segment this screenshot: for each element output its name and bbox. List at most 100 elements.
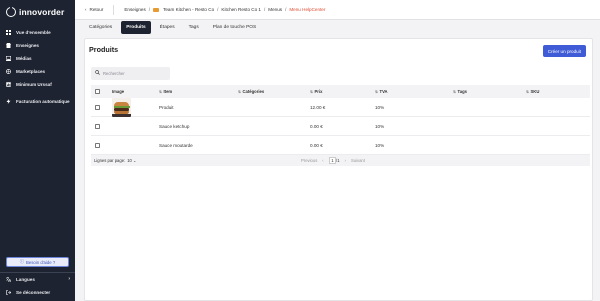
cell-tva: 10% [375, 123, 385, 129]
cell-price: 0.00 € [310, 123, 323, 129]
sidebar-item-label: Facturation automatique [16, 99, 70, 104]
logout-button[interactable]: Se déconnecter [0, 287, 75, 297]
translate-icon [6, 276, 11, 282]
products-panel: Produits Créer un produit Image ⇅Item ⇅C… [84, 38, 593, 301]
rows-per-page: Lignes par page: 10 ⌄ [94, 158, 137, 163]
breadcrumb-separator: / [148, 7, 151, 12]
create-product-button[interactable]: Créer un produit [542, 45, 586, 57]
image-icon [6, 56, 11, 61]
cell-item: Sauce moutarde [159, 142, 193, 148]
column-header-sku[interactable]: ⇅ SKU [526, 89, 590, 94]
sidebar-item-label: Marketplaces [16, 69, 46, 74]
tab-produits[interactable]: Produits [121, 21, 151, 34]
logo[interactable]: innovorder [0, 0, 75, 18]
column-header-price[interactable]: ⇅ Prix [310, 89, 375, 94]
chevron-down-icon: ⌄ [133, 158, 137, 163]
tab-bar: Catégories Produits Étapes Tags Plan de … [84, 21, 262, 34]
cell-price: 0.00 € [310, 142, 323, 148]
globe-icon [6, 69, 11, 74]
page-title: Produits [89, 45, 119, 54]
cell-item: Sauce ketchup [159, 123, 190, 129]
sidebar: innovorder Vue d'ensemble Enseignes Médi… [0, 0, 75, 301]
sort-icon: ⇅ [310, 89, 314, 94]
column-header-tva[interactable]: ⇅ TVA [375, 89, 453, 94]
next-page-button[interactable]: Suivant [351, 158, 365, 163]
breadcrumb-item[interactable]: Team Kitchen - Resto Co [163, 7, 214, 12]
help-icon: ⓘ [19, 259, 25, 264]
table-row[interactable]: Produit 12.00 € 10% [91, 97, 590, 117]
language-label: Langues [16, 276, 35, 282]
next-chevron-icon[interactable]: › [345, 158, 346, 163]
bolt-icon [6, 99, 11, 104]
table-row[interactable]: Sauce ketchup 0.00 € 10% [91, 117, 590, 136]
sidebar-item-label: Vue d'ensemble [16, 30, 51, 35]
sidebar-item-minimum-urssaf[interactable]: Minimum Urssaf [0, 78, 75, 91]
table-header: Image ⇅ Item ⇅ Catégories ⇅ Prix ⇅ TVA ⇅ Tags… [91, 85, 590, 98]
column-header-image: Image [112, 89, 125, 94]
burger-image [112, 97, 131, 117]
current-page-input[interactable]: 1 [328, 157, 337, 164]
sort-icon: ⇅ [375, 89, 379, 94]
store-icon [6, 43, 11, 48]
logo-text: innovorder [19, 7, 65, 17]
sidebar-nav: Vue d'ensemble Enseignes Médias Marketpl… [0, 26, 75, 108]
select-all-checkbox[interactable] [95, 89, 100, 94]
breadcrumb-separator: / [285, 7, 287, 12]
column-header-item[interactable]: ⇅ Item [159, 89, 238, 94]
previous-page-button[interactable]: Previous [301, 158, 317, 163]
help-button[interactable]: ⓘ Besoin d'aide ? [6, 257, 69, 267]
breadcrumb-item[interactable]: Enseignes [124, 7, 145, 12]
product-image [112, 97, 159, 117]
search-icon [95, 70, 100, 77]
language-menu[interactable]: Langues › [0, 274, 75, 284]
sidebar-item-medias[interactable]: Médias [0, 52, 75, 65]
chevron-right-icon: › [68, 276, 70, 282]
column-header-categories[interactable]: ⇅ Catégories [238, 89, 310, 94]
breadcrumb-item[interactable]: Menus [268, 7, 282, 12]
sort-icon: ⇅ [159, 89, 163, 94]
breadcrumb-current: Menu HelpCenter [289, 7, 326, 12]
sidebar-item-facturation[interactable]: Facturation automatique [0, 95, 75, 108]
page-total: /1 [336, 158, 340, 163]
column-header-tags[interactable]: ⇅ Tags [453, 89, 526, 94]
help-label: Besoin d'aide ? [26, 259, 56, 265]
logo-icon [6, 6, 16, 17]
back-button[interactable]: ‹ Retour [85, 4, 115, 15]
sort-icon: ⇅ [453, 89, 457, 94]
team-emoji-icon [153, 7, 160, 12]
chart-icon [6, 82, 11, 87]
search-box[interactable] [91, 67, 170, 80]
cell-tva: 10% [375, 142, 385, 148]
sidebar-item-marketplaces[interactable]: Marketplaces [0, 65, 75, 78]
tab-etapes[interactable]: Étapes [154, 21, 180, 34]
rows-per-page-label: Lignes par page: [94, 158, 126, 163]
sidebar-item-label: Minimum Urssaf [16, 82, 52, 87]
logout-icon [6, 289, 11, 295]
breadcrumb: Enseignes / Team Kitchen - Resto Co / Ki… [114, 7, 325, 12]
sort-icon: ⇅ [238, 89, 242, 94]
sidebar-item-label: Enseignes [16, 43, 39, 48]
grid-icon [6, 30, 11, 35]
sidebar-item-vue-ensemble[interactable]: Vue d'ensemble [0, 26, 75, 39]
main-content: ‹ Retour Enseignes / Team Kitchen - Rest… [75, 0, 600, 301]
sidebar-item-label: Médias [16, 56, 32, 61]
sidebar-item-enseignes[interactable]: Enseignes [0, 39, 75, 52]
breadcrumb-item[interactable]: Kitchen Resto Co 1 [221, 7, 261, 12]
tab-tags[interactable]: Tags [183, 21, 204, 34]
products-table: Image ⇅ Item ⇅ Catégories ⇅ Prix ⇅ TVA ⇅ Tags… [91, 85, 590, 166]
cell-item: Produit [159, 104, 174, 110]
search-input[interactable] [103, 71, 163, 76]
tab-categories[interactable]: Catégories [84, 21, 118, 34]
row-checkbox[interactable] [95, 123, 100, 129]
cell-price: 12.00 € [310, 104, 326, 110]
back-label: Retour [89, 7, 104, 12]
row-checkbox[interactable] [95, 104, 100, 110]
rows-per-page-select[interactable]: 10 ⌄ [127, 158, 136, 163]
pagination: Previous ‹ 1/1 › Suivant [301, 157, 365, 164]
row-checkbox[interactable] [95, 142, 100, 148]
previous-chevron-icon[interactable]: ‹ [322, 158, 323, 163]
tab-plan-touche-pos[interactable]: Plan de touche POS [207, 21, 262, 34]
logout-label: Se déconnecter [16, 289, 51, 295]
table-row[interactable]: Sauce moutarde 0.00 € 10% [91, 136, 590, 155]
table-footer: Lignes par page: 10 ⌄ Previous ‹ 1/1 › S… [91, 155, 590, 166]
